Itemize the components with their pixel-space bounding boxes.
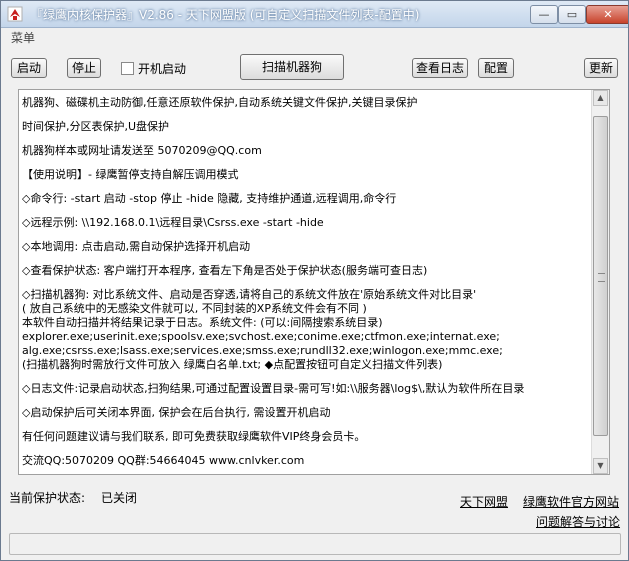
start-button[interactable]: 启动 (11, 58, 47, 78)
title-bar[interactable]: 『绿鹰内核保护器』V2.86 - 天下网盟版 (可自定义扫描文件列表-配置中) … (1, 1, 628, 28)
main-window: 『绿鹰内核保护器』V2.86 - 天下网盟版 (可自定义扫描文件列表-配置中) … (0, 0, 629, 561)
info-line: ◇远程示例: \\192.168.0.1\远程目录\Csrss.exe -sta… (22, 216, 324, 229)
info-line: ◇查看保护状态: 客户端打开本程序, 查看左下角是否处于保护状态(服务端可查日志… (22, 264, 428, 277)
info-line: ◇日志文件:记录启动状态,扫狗结果,可通过配置设置目录-需可写!如:\\服务器\… (22, 382, 525, 395)
info-line: (扫描机器狗时需放行文件可放入 绿鹰白名单.txt; ◆点配置按钮可自定义扫描文… (22, 358, 443, 371)
app-eagle-icon (7, 6, 23, 22)
official-site-link[interactable]: 绿鹰软件官方网站 (523, 493, 619, 510)
info-line: 本软件自动扫描并将结果记录于日志。系统文件: (可以:间隔搜索系统目录) (22, 316, 383, 329)
menu-main[interactable]: 菜单 (11, 29, 35, 46)
info-line: 机器狗、磁碟机主动防御,任意还原软件保护,自动系统关键文件保护,关键目录保护 (22, 96, 418, 109)
status-bar (9, 533, 621, 555)
scroll-up-arrow-icon[interactable]: ▲ (593, 90, 608, 106)
info-line: 机器狗样本或网址请发送至 5070209@QQ.com (22, 144, 262, 157)
view-log-button[interactable]: 查看日志 (412, 58, 468, 78)
faq-link[interactable]: 问题解答与讨论 (536, 513, 620, 530)
protection-status-value: 已关闭 (101, 491, 138, 505)
info-line: ◇命令行: -start 启动 -stop 停止 -hide 隐藏, 支持维护通… (22, 192, 397, 205)
info-line: ( 放自己系统中的无感染文件就可以, 不同封装的XP系统文件会有不同 ) (22, 302, 367, 315)
maximize-icon: ▭ (566, 8, 578, 21)
menu-bar: 菜单 (1, 28, 628, 46)
info-line: 有任何问题建议请与我们联系, 即可免费获取绿鹰软件VIP终身会员卡。 (22, 430, 366, 443)
autostart-label: 开机启动 (138, 61, 187, 76)
info-line: ◇扫描机器狗: 对比系统文件、启动是否穿透,请将自己的系统文件放在'原始系统文件… (22, 288, 477, 301)
autostart-checkbox-box[interactable] (121, 61, 134, 75)
stop-button[interactable]: 停止 (67, 58, 101, 78)
info-line: ◇本地调用: 点击启动,需自动保护选择开机启动 (22, 240, 251, 253)
scroll-thumb[interactable] (593, 116, 608, 436)
minimize-icon: — (538, 8, 550, 21)
scroll-down-arrow-icon[interactable]: ▼ (593, 458, 608, 474)
window-title: 『绿鹰内核保护器』V2.86 - 天下网盟版 (可自定义扫描文件列表-配置中) (31, 8, 420, 22)
info-text: 机器狗、磁碟机主动防御,任意还原软件保护,自动系统关键文件保护,关键目录保护 时… (22, 96, 592, 468)
scroll-grip-icon (598, 273, 605, 282)
close-button[interactable]: ✕ (586, 5, 628, 24)
minimize-button[interactable]: — (530, 5, 558, 24)
vertical-scrollbar[interactable]: ▲ ▼ (591, 90, 609, 474)
protection-status-label: 当前保护状态: (9, 491, 86, 505)
autostart-checkbox[interactable]: 开机启动 (121, 60, 186, 76)
maximize-button[interactable]: ▭ (558, 5, 586, 24)
alliance-link[interactable]: 天下网盟 (460, 493, 508, 510)
info-line: 时间保护,分区表保护,U盘保护 (22, 120, 170, 133)
scan-dog-button[interactable]: 扫描机器狗 (240, 54, 344, 80)
info-text-panel[interactable]: 机器狗、磁碟机主动防御,任意还原软件保护,自动系统关键文件保护,关键目录保护 时… (18, 89, 610, 475)
close-icon: ✕ (603, 8, 613, 21)
info-line: 交流QQ:5070209 QQ群:54664045 www.cnlvker.co… (22, 454, 305, 467)
info-line: explorer.exe;userinit.exe;spoolsv.exe;sv… (22, 330, 500, 343)
config-button[interactable]: 配置 (478, 58, 514, 78)
info-line: 【使用说明】- 绿鹰暂停支持自解压调用模式 (22, 168, 239, 181)
update-button[interactable]: 更新 (584, 58, 618, 78)
info-line: alg.exe;csrss.exe;lsass.exe;services.exe… (22, 344, 503, 357)
info-line: ◇启动保护后可关闭本界面, 保护会在后台执行, 需设置开机启动 (22, 406, 331, 419)
